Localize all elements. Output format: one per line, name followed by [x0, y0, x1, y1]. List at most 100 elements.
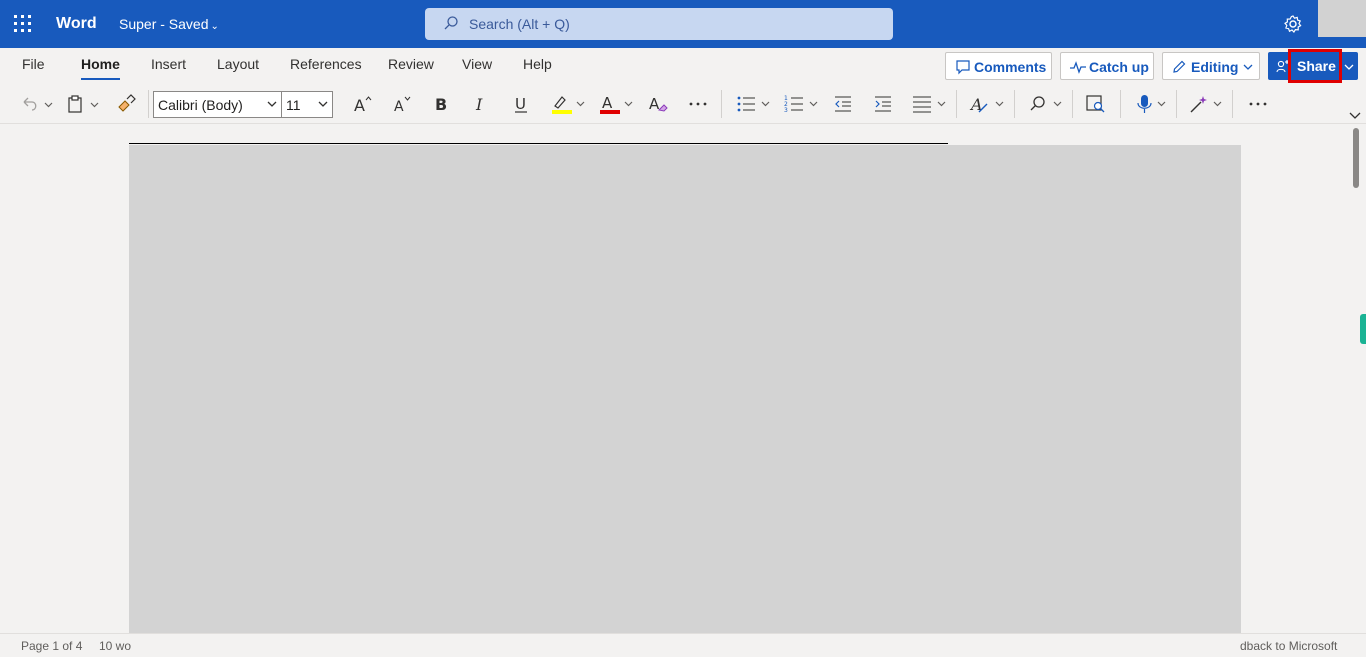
tab-review[interactable]: Review — [388, 56, 434, 72]
grow-font-icon: A — [354, 96, 372, 114]
tab-references[interactable]: References — [290, 56, 362, 72]
styles-button[interactable]: A — [968, 90, 1008, 118]
numbering-button[interactable]: 123 — [782, 90, 822, 118]
font-name-dropdown[interactable]: Calibri (Body) — [153, 91, 282, 118]
magic-wand-icon — [1190, 96, 1222, 113]
svg-text:U: U — [515, 95, 526, 113]
format-painter-icon — [118, 94, 136, 112]
settings-gear-icon[interactable] — [1283, 14, 1303, 34]
clear-formatting-button[interactable]: A — [644, 90, 672, 118]
undo-button[interactable] — [16, 90, 56, 118]
comments-label: Comments — [974, 59, 1047, 75]
tab-help[interactable]: Help — [523, 56, 552, 72]
ribbon-separator — [1232, 90, 1233, 118]
status-bar: Page 1 of 4 10 wo dback to Microsoft — [0, 633, 1366, 657]
find-button[interactable] — [1026, 90, 1066, 118]
increase-indent-button[interactable] — [870, 90, 896, 118]
ribbon-separator — [148, 90, 149, 118]
svg-text:3: 3 — [784, 107, 788, 114]
bullets-button[interactable] — [734, 90, 774, 118]
microphone-icon — [1137, 95, 1166, 113]
title-bar: Word Super - Saved ⌄ Search (Alt + Q) — [0, 0, 1366, 48]
search-box[interactable]: Search (Alt + Q) — [425, 8, 893, 40]
bold-icon: B — [435, 95, 447, 114]
account-avatar[interactable] — [1318, 0, 1366, 37]
italic-icon: I — [475, 95, 483, 114]
document-canvas[interactable] — [0, 125, 1366, 657]
decrease-indent-icon — [835, 96, 851, 112]
highlighter-icon — [552, 96, 585, 114]
more-horizontal-icon — [1249, 102, 1267, 106]
align-icon — [913, 96, 946, 113]
clipboard-icon — [68, 95, 99, 113]
bold-button[interactable]: B — [428, 90, 454, 118]
page-count[interactable]: Page 1 of 4 — [21, 639, 82, 653]
paragraph-alignment-button[interactable] — [910, 90, 950, 118]
pencil-icon — [1173, 60, 1186, 73]
font-color-icon: A — [600, 94, 633, 114]
font-name-value: Calibri (Body) — [158, 97, 243, 113]
more-font-options-button[interactable] — [684, 90, 712, 118]
catch-up-label: Catch up — [1089, 59, 1149, 75]
side-panel-tab[interactable] — [1360, 314, 1366, 344]
tab-view[interactable]: View — [462, 56, 492, 72]
font-size-value: 11 — [286, 97, 301, 113]
font-size-dropdown[interactable]: 11 — [281, 91, 333, 118]
paste-button[interactable] — [64, 90, 104, 118]
app-launcher-icon[interactable] — [14, 15, 32, 33]
document-title[interactable]: Super - Saved ⌄ — [119, 16, 219, 32]
document-search-icon — [1086, 95, 1105, 113]
ribbon-separator — [1014, 90, 1015, 118]
shrink-font-button[interactable]: A — [388, 90, 416, 118]
app-name[interactable]: Word — [56, 15, 97, 33]
catch-up-button[interactable]: Catch up — [1060, 52, 1154, 80]
undo-icon — [23, 97, 53, 111]
share-highlight-box — [1288, 49, 1342, 83]
tab-file[interactable]: File — [22, 56, 45, 72]
ribbon-separator — [1176, 90, 1177, 118]
clear-formatting-icon: A — [649, 95, 668, 113]
comment-icon — [956, 60, 970, 75]
editing-label: Editing — [1191, 59, 1239, 75]
ribbon-separator — [1072, 90, 1073, 118]
document-title-label: Super - Saved — [119, 16, 209, 32]
reuse-files-button[interactable] — [1082, 90, 1110, 118]
chevron-down-icon[interactable] — [1344, 63, 1354, 71]
chevron-down-icon — [1243, 64, 1253, 70]
numbered-list-icon: 123 — [784, 95, 818, 114]
increase-indent-icon — [875, 96, 891, 112]
search-placeholder: Search (Alt + Q) — [469, 16, 570, 32]
svg-text:A: A — [394, 99, 404, 114]
tab-layout[interactable]: Layout — [217, 56, 259, 72]
comments-button[interactable]: Comments — [945, 52, 1052, 80]
underline-button[interactable]: U — [508, 90, 534, 118]
tab-home[interactable]: Home — [81, 56, 120, 80]
italic-button[interactable]: I — [468, 90, 494, 118]
more-options-button[interactable] — [1244, 90, 1272, 118]
decrease-indent-button[interactable] — [830, 90, 856, 118]
svg-text:B: B — [435, 95, 447, 114]
word-count[interactable]: 10 wo — [99, 639, 131, 653]
highlight-color-button[interactable] — [548, 90, 588, 118]
font-color-button[interactable]: A — [596, 90, 636, 118]
document-page[interactable] — [129, 145, 1241, 657]
shrink-font-icon: A — [394, 96, 411, 114]
editing-mode-button[interactable]: Editing — [1162, 52, 1260, 80]
page-top-border — [129, 143, 948, 144]
bullet-list-icon — [737, 96, 770, 112]
grow-font-button[interactable]: A — [348, 90, 376, 118]
dictate-button[interactable] — [1130, 90, 1170, 118]
underline-icon: U — [515, 95, 527, 113]
editor-button[interactable] — [1186, 90, 1226, 118]
tab-insert[interactable]: Insert — [151, 56, 186, 72]
feedback-link[interactable]: dback to Microsoft — [1240, 639, 1337, 653]
chevron-down-icon: ⌄ — [210, 21, 219, 32]
ribbon-separator — [956, 90, 957, 118]
magnifier-icon — [1030, 96, 1062, 111]
format-painter-button[interactable] — [112, 90, 140, 118]
vertical-scrollbar[interactable] — [1353, 128, 1359, 188]
search-icon — [444, 16, 458, 30]
collapse-ribbon-chevron-icon[interactable] — [1349, 112, 1361, 120]
styles-icon: A — [969, 95, 1004, 114]
svg-text:A: A — [602, 94, 613, 112]
